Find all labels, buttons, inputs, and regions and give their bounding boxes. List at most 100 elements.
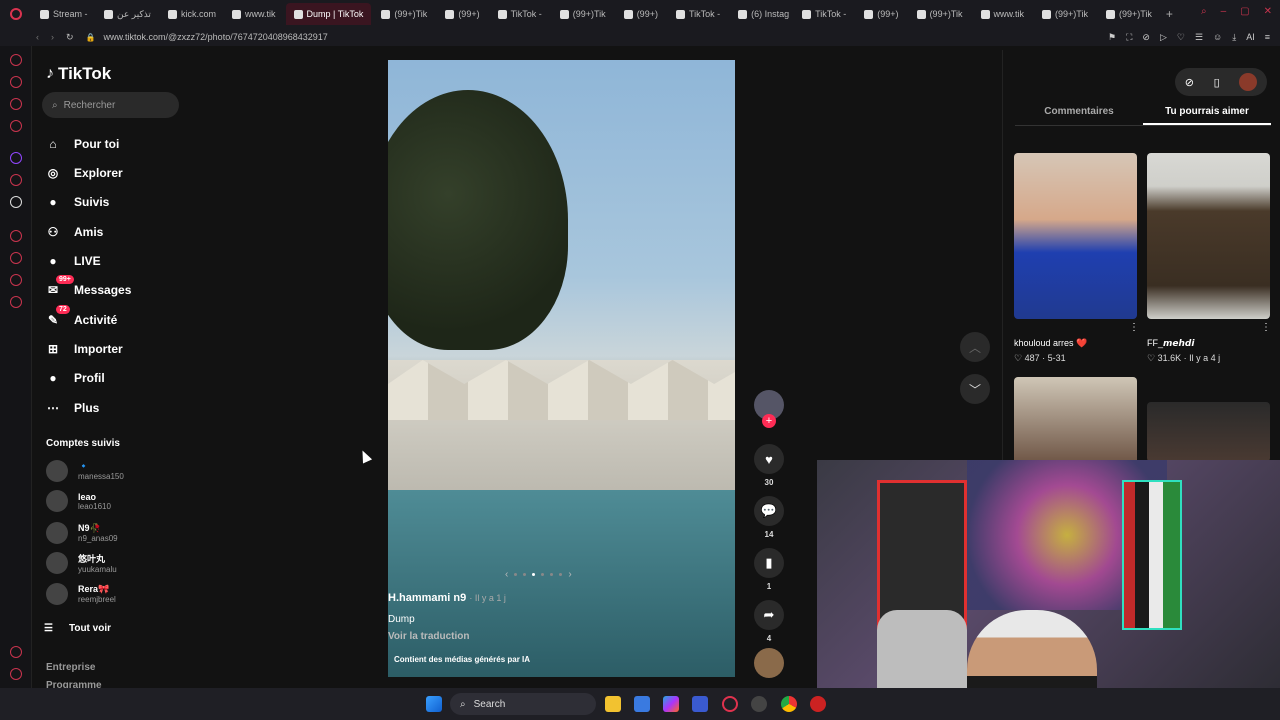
- sidebar-app-icon[interactable]: [10, 120, 22, 132]
- followed-account[interactable]: 悠叶丸 yuukamalu: [46, 552, 117, 574]
- url-field[interactable]: www.tiktok.com/@zxzz72/photo/76747204089…: [104, 32, 328, 42]
- sidebar-item-plus[interactable]: ⋯ Plus: [44, 396, 99, 420]
- back-button[interactable]: ‹: [36, 32, 39, 42]
- previous-post-button[interactable]: ︿: [960, 332, 990, 362]
- comment-button[interactable]: 💬 14: [752, 496, 786, 539]
- browser-tab[interactable]: (99+)Tik: [1034, 3, 1096, 25]
- prev-slide-button[interactable]: ‹: [505, 569, 508, 580]
- sidebar-app-icon[interactable]: [10, 274, 22, 286]
- recommendation-user[interactable]: khouloud arres ❤️: [1014, 338, 1087, 349]
- browser-tab[interactable]: Dump | TikTok: [285, 3, 372, 25]
- more-options-icon[interactable]: ⋮: [1129, 322, 1139, 333]
- sidebar-app-icon[interactable]: [10, 174, 22, 186]
- more-options-icon[interactable]: ⋮: [1261, 322, 1271, 333]
- browser-tab[interactable]: (99+)Tik: [373, 3, 435, 25]
- browser-tab[interactable]: (99+)Tik: [1098, 3, 1160, 25]
- sidebar-app-icon[interactable]: [10, 252, 22, 264]
- save-button[interactable]: ▮ 1: [752, 548, 786, 591]
- browser-tab[interactable]: (6) Instag: [730, 3, 792, 25]
- browser-tab[interactable]: تذكير عن: [96, 3, 158, 25]
- author-avatar[interactable]: +: [752, 390, 786, 428]
- next-slide-button[interactable]: ›: [568, 569, 571, 580]
- search-input[interactable]: ⌕ Rechercher: [42, 92, 179, 118]
- sidebar-app-icon[interactable]: [10, 54, 22, 66]
- browser-tab[interactable]: www.tik: [224, 3, 284, 25]
- browser-tab[interactable]: TikTok -: [794, 3, 854, 25]
- see-all-link[interactable]: ☰ Tout voir: [44, 616, 111, 640]
- recommendation-thumb[interactable]: [1014, 377, 1137, 467]
- adblock-icon[interactable]: ⊘: [1142, 32, 1150, 43]
- download-icon[interactable]: ⤓: [1232, 32, 1236, 43]
- bookmark-icon[interactable]: ⚑: [1108, 32, 1116, 43]
- translate-link[interactable]: Voir la traduction: [388, 631, 506, 642]
- compass-icon[interactable]: ⊘: [1185, 76, 1194, 89]
- music-disc[interactable]: [752, 648, 786, 678]
- recommendation-thumb[interactable]: [1147, 402, 1270, 462]
- slide-dot[interactable]: [550, 573, 554, 576]
- app-icon[interactable]: [810, 696, 826, 712]
- next-post-button[interactable]: ﹀: [960, 374, 990, 404]
- browser-tab[interactable]: (99+): [856, 3, 906, 25]
- store-icon[interactable]: [634, 696, 650, 712]
- opera-menu-icon[interactable]: [0, 8, 32, 20]
- like-button[interactable]: ♥ 30: [752, 444, 786, 487]
- menu-icon[interactable]: ☰: [1195, 32, 1203, 43]
- sidebar-item-profil[interactable]: ● Profil: [44, 366, 104, 390]
- sidebar-item-amis[interactable]: ⚇ Amis: [44, 220, 104, 244]
- followed-account[interactable]: N9🥀 n9_anas09: [46, 522, 118, 544]
- browser-tab[interactable]: (99+)Tik: [552, 3, 614, 25]
- slide-dot[interactable]: [514, 573, 518, 576]
- sidebar-app-icon[interactable]: [10, 98, 22, 110]
- heart-icon[interactable]: ♡: [1177, 32, 1185, 43]
- taskbar-search[interactable]: ⌕ Search: [450, 693, 596, 715]
- browser-tab[interactable]: TikTok -: [668, 3, 728, 25]
- easy-setup-icon[interactable]: ≡: [1265, 32, 1270, 43]
- sidebar-app-icon[interactable]: [10, 230, 22, 242]
- post-photo[interactable]: [388, 60, 735, 677]
- sidebar-item-pour-toi[interactable]: ⌂ Pour toi: [44, 132, 119, 156]
- play-icon[interactable]: ▷: [1160, 32, 1167, 43]
- copilot-icon[interactable]: [663, 696, 679, 712]
- settings-icon[interactable]: [10, 296, 22, 308]
- close-button[interactable]: ✕: [1264, 6, 1272, 17]
- sidebar-item-explorer[interactable]: ◎ Explorer: [44, 161, 123, 185]
- twitch-icon[interactable]: [10, 152, 22, 164]
- opera-gx-icon[interactable]: [722, 696, 738, 712]
- slide-dot[interactable]: [541, 573, 545, 576]
- slide-dot[interactable]: [532, 573, 536, 576]
- author-name[interactable]: H.hammami n9: [388, 592, 466, 604]
- file-explorer-icon[interactable]: [605, 696, 621, 712]
- sidebar-item-activit-[interactable]: ✎ 72 Activité: [44, 305, 117, 332]
- followed-account[interactable]: 🔹 manessa150: [46, 460, 124, 482]
- reload-button[interactable]: ↻: [66, 32, 74, 43]
- browser-tab[interactable]: TikTok -: [490, 3, 550, 25]
- browser-tab[interactable]: kick.com: [160, 3, 222, 25]
- browser-tab[interactable]: (99+)Tik: [909, 3, 971, 25]
- app-icon[interactable]: [751, 696, 767, 712]
- new-tab-button[interactable]: +: [1166, 7, 1173, 21]
- browser-tab[interactable]: (99+): [437, 3, 487, 25]
- forward-button[interactable]: ›: [51, 32, 54, 42]
- snapshot-icon[interactable]: ⛶: [1126, 32, 1132, 43]
- minimize-button[interactable]: –: [1221, 6, 1227, 17]
- sidebar-app-icon[interactable]: [10, 76, 22, 88]
- sidebar-item-live[interactable]: ● LIVE: [44, 249, 100, 273]
- search-tabs-icon[interactable]: ⌕: [1201, 6, 1207, 17]
- followed-account[interactable]: Rera🎀 reemjbreel: [46, 583, 116, 605]
- account-icon[interactable]: ☺: [1213, 32, 1222, 43]
- sidebar-item-importer[interactable]: ⊞ Importer: [44, 337, 123, 361]
- ai-button[interactable]: AI: [1246, 32, 1255, 43]
- footer-link-entreprise[interactable]: Entreprise: [46, 662, 95, 673]
- phone-icon[interactable]: ▯: [1214, 76, 1220, 89]
- sidebar-app-icon[interactable]: [10, 646, 22, 658]
- calculator-icon[interactable]: [692, 696, 708, 712]
- tab-recommendations[interactable]: Tu pourrais aimer: [1143, 102, 1271, 125]
- windows-start-icon[interactable]: [426, 696, 442, 712]
- tiktok-logo[interactable]: ♪ TikTok: [46, 64, 111, 84]
- browser-tab[interactable]: www.tik: [973, 3, 1033, 25]
- browser-tab[interactable]: Stream -: [32, 3, 94, 25]
- followed-account[interactable]: leao leao1610: [46, 490, 111, 512]
- slide-dot[interactable]: [523, 573, 527, 576]
- share-button[interactable]: ➦ 4: [752, 600, 786, 643]
- follow-plus-icon[interactable]: +: [762, 414, 776, 428]
